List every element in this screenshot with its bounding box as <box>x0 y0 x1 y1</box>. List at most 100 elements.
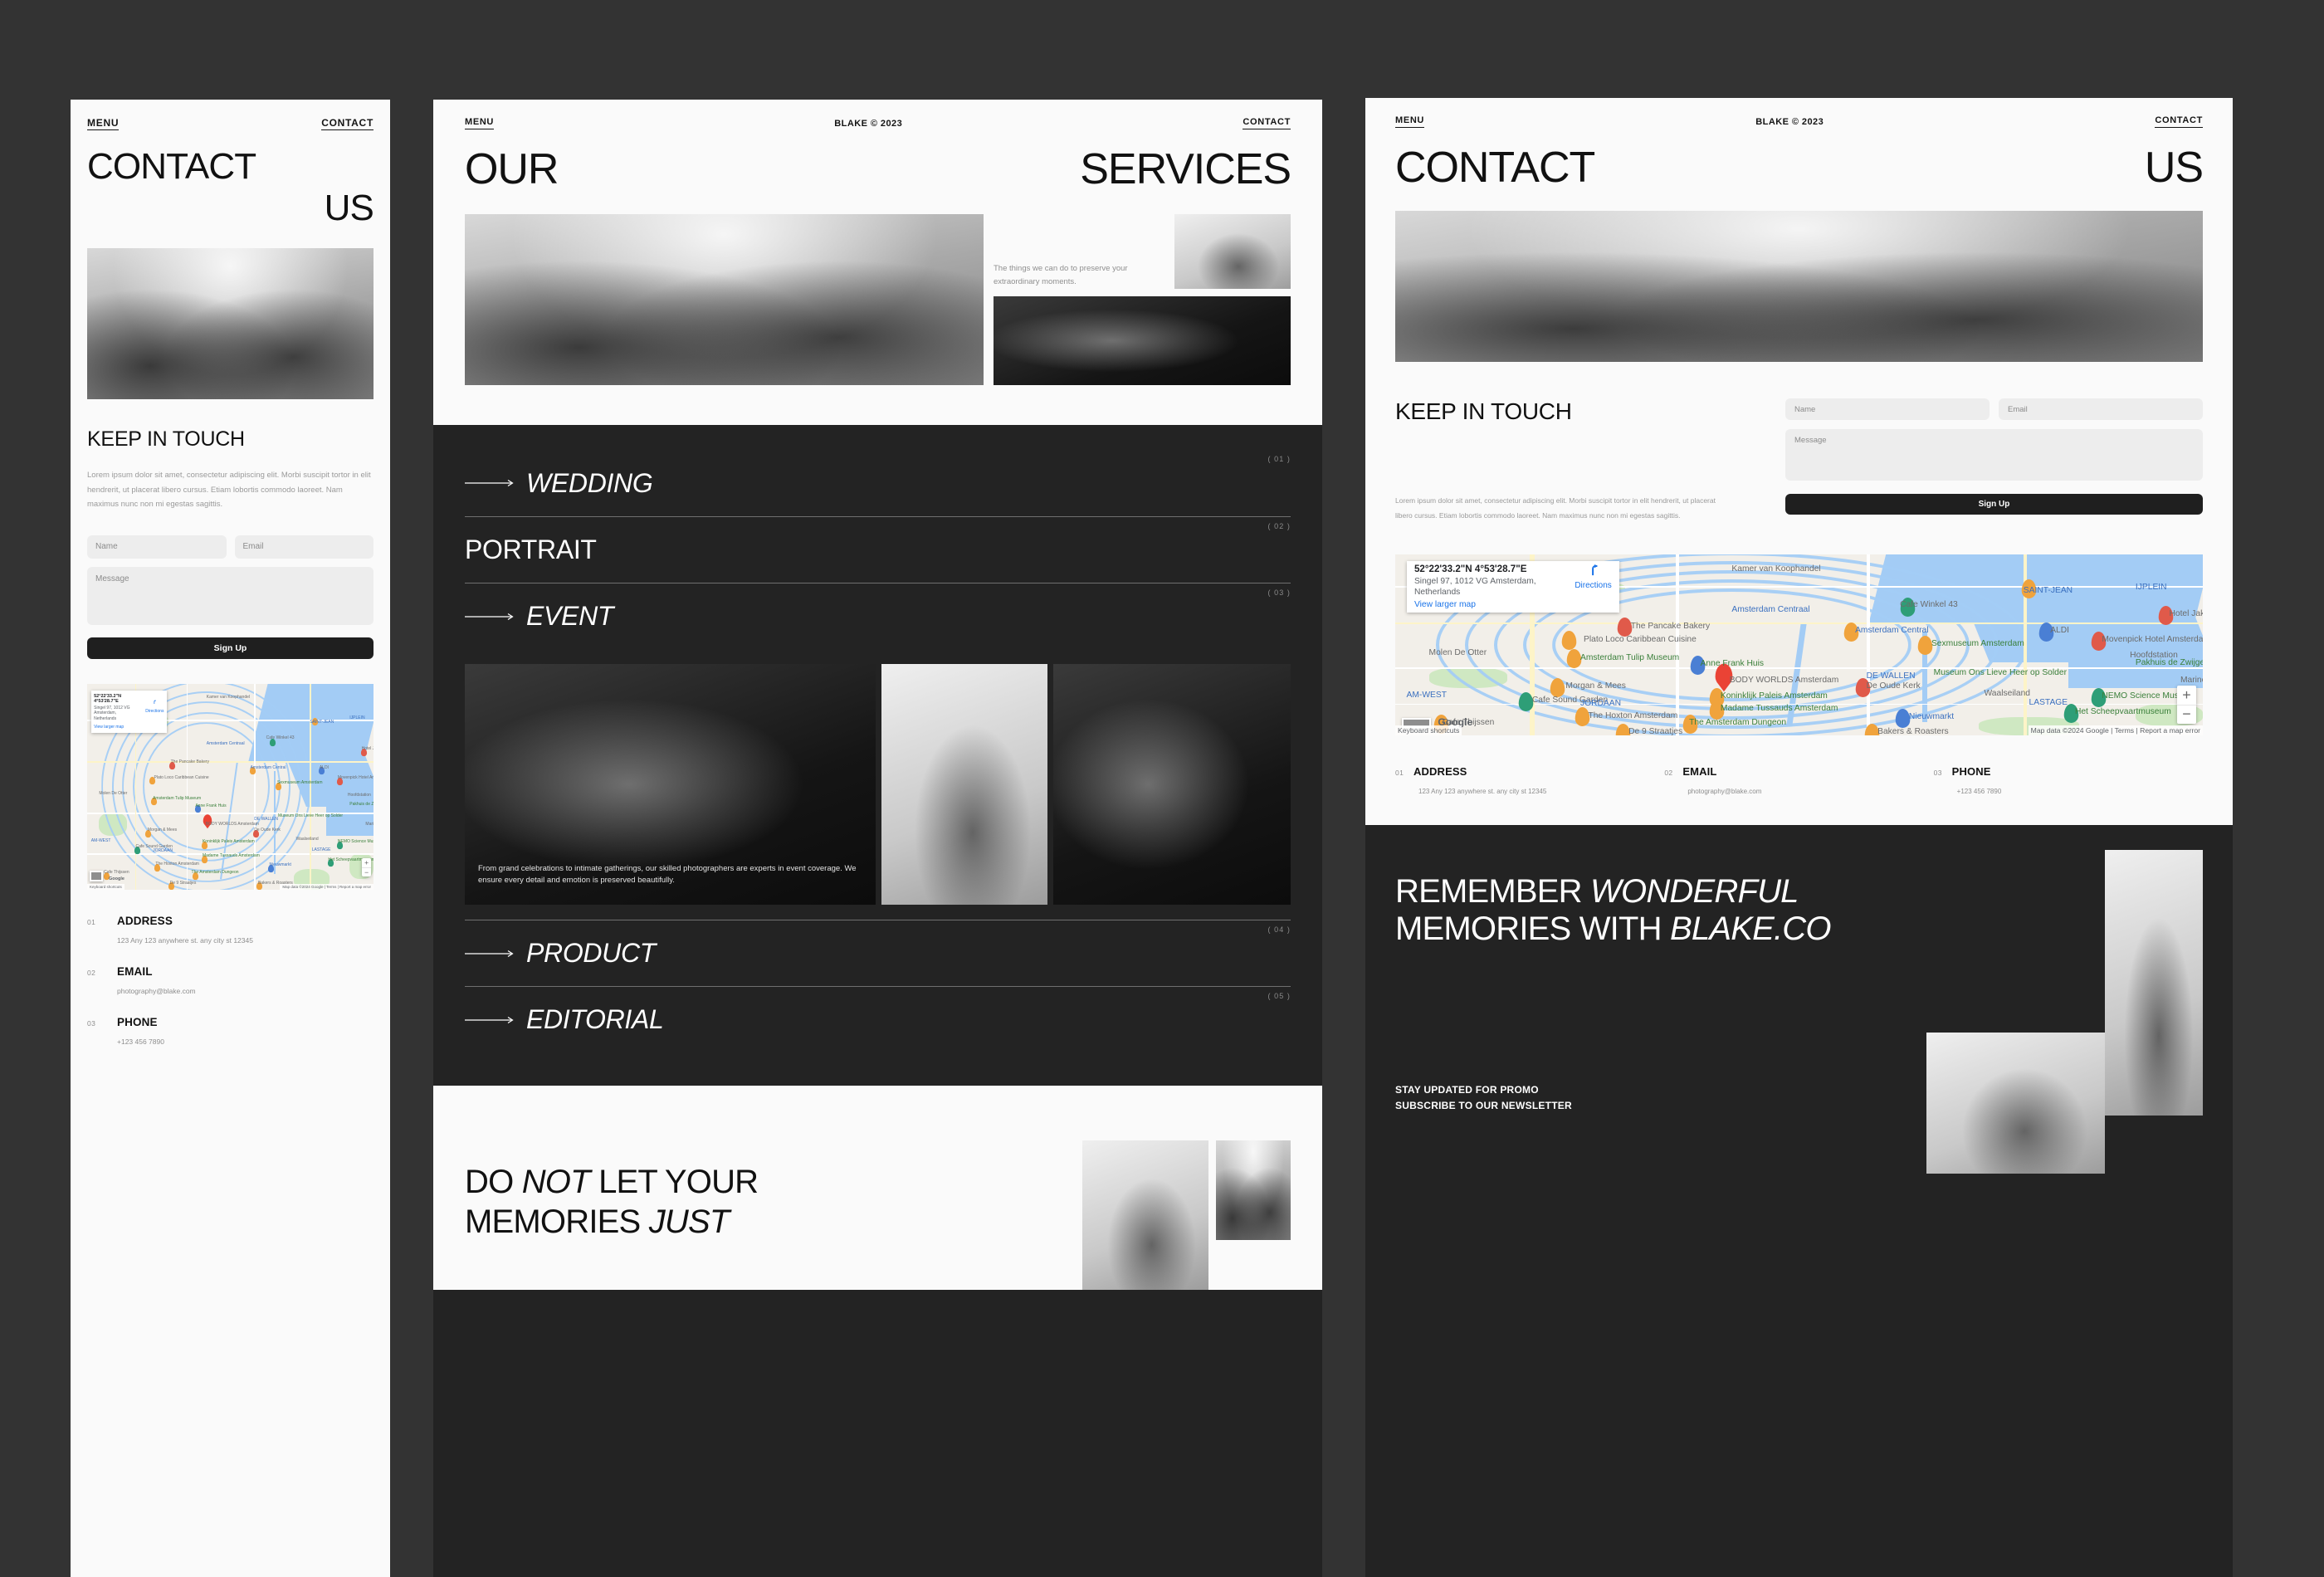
directions-button: Directions <box>1575 564 1612 590</box>
cta-part-2: WONDERFUL <box>1590 873 1799 910</box>
screenshot-stage: MENU CONTACT CONTACT US KEEP IN TOUCH Lo… <box>0 0 2324 1577</box>
contact-link[interactable]: CONTACT <box>321 118 374 130</box>
zoom-in-button[interactable]: + <box>362 858 371 867</box>
detail-number: 02 <box>1664 769 1673 777</box>
name-input[interactable] <box>87 535 227 559</box>
zoom-out-button[interactable]: − <box>362 867 372 876</box>
brand-label: BLAKE © 2023 <box>834 118 903 129</box>
event-caption: From grand celebrations to intimate gath… <box>478 864 857 886</box>
cta-part-3: MEMORIES WITH <box>1395 910 1671 947</box>
service-number: ( 02 ) <box>1267 522 1291 530</box>
menu-link[interactable]: MENU <box>1395 116 1425 128</box>
service-row-event[interactable]: EVENT ( 03 ) <box>465 583 1291 649</box>
cta-subtext: STAY UPDATED FOR PROMO SUBSCRIBE TO OUR … <box>1395 1082 1572 1113</box>
hero-line-1: CONTACT <box>87 146 256 187</box>
email-input[interactable] <box>234 535 374 559</box>
cta-photo-tall <box>2105 850 2203 1116</box>
map-label: Morgan & Mees <box>147 828 178 833</box>
mobile-contact-details: 01 ADDRESS 123 Any 123 anywhere st. any c… <box>71 890 390 1046</box>
service-label: EVENT <box>526 601 614 631</box>
cta-part-4: BLAKE.CO <box>1670 910 1831 947</box>
zoom-out-button[interactable]: − <box>2176 704 2196 724</box>
contact-link[interactable]: CONTACT <box>1243 118 1291 129</box>
map-info-card[interactable]: 52°22'33.2"N 4°53'28.7"E Singel 97, 1012… <box>1406 560 1620 613</box>
service-number: ( 05 ) <box>1267 992 1291 1000</box>
map-label: Cafe Thijssen <box>104 870 129 876</box>
map-label: Movenpick Hotel Amsterdam City Centre <box>337 775 374 781</box>
name-input[interactable] <box>1785 398 1990 420</box>
location-map[interactable]: Kamer van Koophandel Amsterdam Centraal SA… <box>87 683 374 890</box>
service-row-portrait[interactable]: PORTRAIT ( 02 ) <box>465 516 1291 583</box>
section-title: KEEP IN TOUCH <box>1395 398 1572 424</box>
map-poi-marker[interactable] <box>1561 631 1576 651</box>
map-label: JORDAAN <box>1579 699 1622 709</box>
location-map[interactable]: Kamer van Koophandel Amsterdam Centraal SA… <box>1395 554 2203 735</box>
services-topbar: MENU BLAKE © 2023 CONTACT <box>465 100 1291 129</box>
menu-link[interactable]: MENU <box>465 118 495 129</box>
hero-photo <box>87 248 374 399</box>
section-title: KEEP IN TOUCH <box>87 427 245 451</box>
map-zoom-controls[interactable]: + − <box>2176 685 2196 724</box>
map-label: Pakhuis de Zwijger <box>2135 658 2203 668</box>
section-body: Lorem ipsum dolor sit amet, consectetur … <box>1395 496 1716 520</box>
service-row-product[interactable]: PRODUCT ( 04 ) <box>465 920 1291 986</box>
detail-value: +123 456 7890 <box>1956 788 2002 795</box>
section-body: Lorem ipsum dolor sit amet, consectetur … <box>87 471 371 510</box>
heading-part-5: JUST <box>648 1204 730 1240</box>
map-road <box>254 683 256 890</box>
map-label: LASTAGE <box>2029 698 2068 708</box>
bottom-photo-2 <box>1216 1140 1291 1240</box>
detail-number: 03 <box>87 1018 96 1028</box>
detail-number: 01 <box>87 917 96 926</box>
detail-label: ADDRESS <box>117 914 173 927</box>
map-label: ALDI <box>2050 626 2070 636</box>
directions-button: Directions <box>145 694 164 714</box>
email-input[interactable] <box>1999 398 2203 420</box>
map-street-view-thumb[interactable] <box>89 871 103 881</box>
map-label: BODY WORLDS Amsterdam <box>205 821 259 827</box>
map-attribution: Map data ©2024 Google | Terms | Report a… <box>2028 725 2203 735</box>
map-coordinates: 52°22'33.2"N 4°53'28.7"E <box>94 694 122 705</box>
services-mockup-panel: MENU BLAKE © 2023 CONTACT OUR SERVICES T… <box>433 100 1322 1577</box>
signup-button[interactable]: Sign Up <box>1785 494 2203 515</box>
services-bottom-block: DO NOT LET YOUR MEMORIES JUST <box>433 1086 1322 1290</box>
hero-line-2: SERVICES <box>1080 145 1291 193</box>
hero-line-1: OUR <box>465 145 559 193</box>
cta-sub-line-1: STAY UPDATED FOR PROMO <box>1395 1084 1539 1096</box>
map-label: The Pancake Bakery <box>1630 621 1711 631</box>
map-road <box>1866 554 1870 735</box>
zoom-in-button[interactable]: + <box>2177 686 2196 705</box>
map-zoom-controls[interactable]: + − <box>362 857 372 876</box>
arrow-right-icon <box>465 950 516 958</box>
map-keyboard-shortcuts[interactable]: Keyboard shortcuts <box>87 883 124 890</box>
map-keyboard-shortcuts[interactable]: Keyboard shortcuts <box>1395 725 1462 735</box>
map-label: Sexmuseum Amsterdam <box>1931 639 2024 649</box>
map-label: De 9 Straatjes <box>1628 727 1683 735</box>
service-row-wedding[interactable]: WEDDING ( 01 ) <box>465 450 1291 516</box>
signup-button[interactable]: Sign Up <box>87 637 374 659</box>
detail-number: 02 <box>87 968 96 977</box>
detail-value: +123 456 7890 <box>117 1037 164 1046</box>
service-row-editorial[interactable]: EDITORIAL ( 05 ) <box>465 986 1291 1052</box>
map-label: The Hoxton Amsterdam <box>155 862 199 867</box>
detail-label: PHONE <box>1951 765 1991 778</box>
mobile-hero: CONTACT US <box>71 130 390 227</box>
message-input[interactable] <box>87 566 374 625</box>
cta-section: REMEMBER WONDERFUL MEMORIES WITH BLAKE.C… <box>1365 825 2233 1174</box>
heading-part-2: NOT <box>521 1164 591 1200</box>
detail-label: ADDRESS <box>1413 765 1467 778</box>
map-label: Hotel Jakarta <box>2169 609 2203 619</box>
map-label: Marine <box>2180 676 2203 686</box>
arrow-right-icon <box>465 1016 516 1024</box>
menu-link[interactable]: MENU <box>87 118 120 130</box>
hero-line-1: CONTACT <box>1395 144 1595 192</box>
cta-heading: REMEMBER WONDERFUL MEMORIES WITH BLAKE.C… <box>1395 873 1910 948</box>
mobile-keep-in-touch: KEEP IN TOUCH Lorem ipsum dolor sit amet… <box>71 399 390 659</box>
message-input[interactable] <box>1785 429 2203 481</box>
map-label: Morgan & Mees <box>1565 681 1626 691</box>
map-info-card[interactable]: 52°22'33.2"N 4°53'28.7"E Singel 97, 1012… <box>90 691 167 733</box>
desktop-form: Sign Up <box>1785 398 2203 523</box>
contact-link[interactable]: CONTACT <box>2155 116 2203 128</box>
map-label: Marine <box>365 821 374 827</box>
map-label: Sexmuseum Amsterdam <box>277 780 323 786</box>
